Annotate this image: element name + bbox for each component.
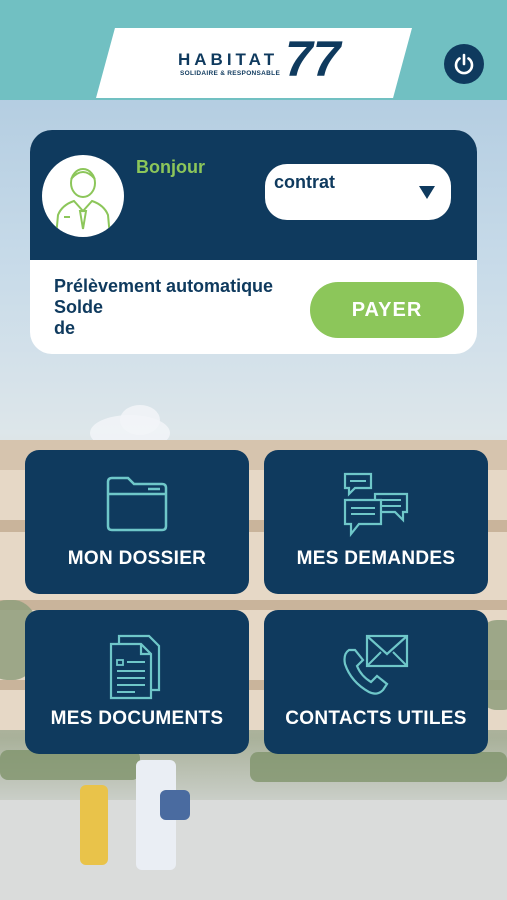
tile-mes-documents[interactable]: MES DOCUMENTS [25, 610, 249, 754]
app-header: HABITAT SOLIDAIRE & RESPONSABLE 77 [0, 0, 507, 100]
tile-label: MES DEMANDES [296, 548, 456, 569]
power-icon [454, 53, 474, 75]
tile-label: MES DOCUMENTS [50, 708, 224, 729]
tile-mes-demandes[interactable]: MES DEMANDES [264, 450, 488, 594]
user-avatar-icon [42, 155, 124, 237]
documents-icon [25, 632, 249, 702]
logout-button[interactable] [444, 44, 484, 84]
dropdown-triangle-icon [419, 186, 435, 199]
chat-bubbles-icon [264, 472, 488, 542]
account-card: Bonjour contrat Prélèvement automatique … [30, 130, 477, 354]
payment-method: Prélèvement automatique [54, 276, 274, 296]
greeting: Bonjour [136, 157, 205, 177]
balance-label: Solde [54, 297, 104, 317]
tile-contacts-utiles[interactable]: CONTACTS UTILES [264, 610, 488, 754]
folder-icon [25, 472, 249, 542]
tile-label: MON DOSSIER [67, 548, 207, 569]
logo-word: HABITAT [178, 50, 279, 69]
tile-mon-dossier[interactable]: MON DOSSIER [25, 450, 249, 594]
contract-select-value: contrat [274, 172, 336, 192]
balance-suffix: de [54, 318, 76, 338]
tile-label: CONTACTS UTILES [285, 708, 467, 729]
contract-select[interactable]: contrat [265, 164, 451, 220]
pay-button[interactable]: PAYER [310, 282, 464, 338]
logo-number: 77 [285, 31, 341, 87]
phone-envelope-icon [264, 632, 488, 702]
payment-info: Prélèvement automatique Solde de [54, 276, 273, 339]
logo-tagline: SOLIDAIRE & RESPONSABLE [180, 70, 281, 77]
